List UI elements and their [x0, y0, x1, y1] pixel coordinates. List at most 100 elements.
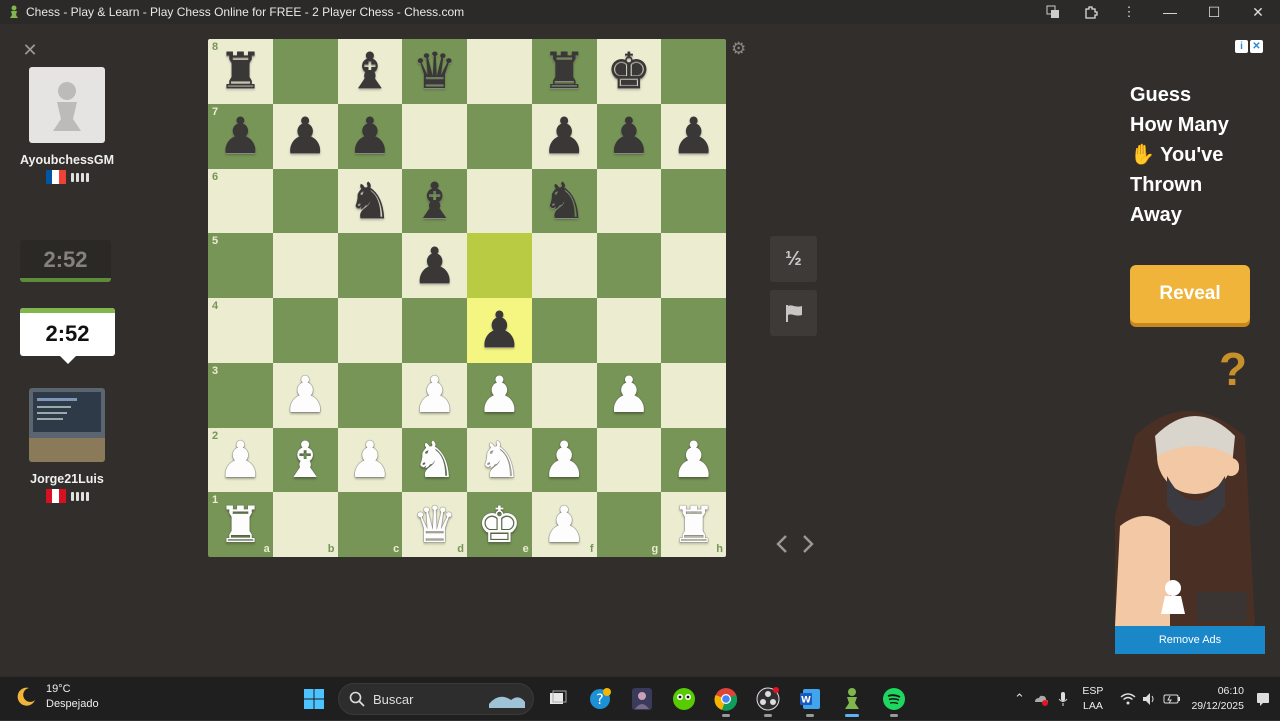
- chrome-icon[interactable]: [708, 681, 744, 717]
- square-d4[interactable]: [402, 298, 467, 363]
- white-pawn-piece[interactable]: ♟: [412, 370, 457, 420]
- help-app-icon[interactable]: ?: [582, 681, 618, 717]
- black-pawn-piece[interactable]: ♟: [477, 305, 522, 355]
- chess-board[interactable]: 8 ♜ ♝ ♛ ♜ ♚ 7 ♟ ♟ ♟ ♟ ♟ ♟ 6 ♞ ♝ ♞ 5 ♟ 4 ♟ 3 ♟ ♟ ♟ ♟ 2 ♟ ♝ ♟ ♞ ♞ ♟ ♟ 1 a ♜ b c d…: [208, 39, 726, 557]
- square-h6[interactable]: [661, 168, 726, 234]
- resign-button[interactable]: [770, 290, 817, 336]
- square-e2[interactable]: ♞: [467, 427, 532, 493]
- opponent-name[interactable]: AyoubchessGM: [14, 153, 120, 167]
- black-king-piece[interactable]: ♚: [606, 46, 651, 96]
- black-pawn-piece[interactable]: ♟: [347, 111, 392, 161]
- black-pawn-piece[interactable]: ♟: [412, 241, 457, 291]
- white-pawn-piece[interactable]: ♟: [347, 435, 392, 485]
- maximize-button[interactable]: ☐: [1192, 0, 1236, 24]
- black-knight-piece[interactable]: ♞: [542, 176, 587, 226]
- white-knight-piece[interactable]: ♞: [477, 435, 522, 485]
- square-f6[interactable]: ♞: [531, 168, 597, 234]
- square-d8[interactable]: ♛: [402, 39, 467, 104]
- next-move-button[interactable]: [798, 534, 818, 554]
- square-f4[interactable]: [531, 298, 597, 363]
- square-g1[interactable]: g: [596, 492, 662, 557]
- square-e4[interactable]: ♟: [467, 298, 532, 363]
- photo-app-icon[interactable]: [624, 681, 660, 717]
- battery-icon[interactable]: [1161, 677, 1183, 721]
- square-e3[interactable]: ♟: [467, 362, 532, 428]
- square-c5[interactable]: [337, 233, 403, 298]
- square-a2[interactable]: 2 ♟: [208, 427, 273, 493]
- square-c2[interactable]: ♟: [337, 427, 403, 493]
- square-a7[interactable]: 7 ♟: [208, 103, 273, 169]
- word-icon[interactable]: W: [792, 681, 828, 717]
- square-c1[interactable]: c: [337, 492, 403, 557]
- input-language[interactable]: ESP LAA: [1082, 684, 1103, 714]
- square-c7[interactable]: ♟: [337, 103, 403, 169]
- remove-ads-button[interactable]: Remove Ads: [1115, 626, 1265, 654]
- square-g5[interactable]: [596, 233, 662, 298]
- square-a8[interactable]: 8 ♜: [208, 39, 273, 104]
- square-a6[interactable]: 6: [208, 168, 273, 234]
- microphone-icon[interactable]: [1052, 677, 1074, 721]
- opponent-avatar[interactable]: [29, 67, 105, 143]
- onedrive-error-icon[interactable]: [1030, 677, 1052, 721]
- white-pawn-piece[interactable]: ♟: [671, 435, 716, 485]
- square-b8[interactable]: [272, 39, 338, 104]
- notification-icon[interactable]: [1252, 677, 1274, 721]
- square-h3[interactable]: [661, 362, 726, 428]
- square-h2[interactable]: ♟: [661, 427, 726, 493]
- square-f5[interactable]: [531, 233, 597, 298]
- square-e1[interactable]: e ♚: [467, 492, 532, 557]
- square-a3[interactable]: 3: [208, 362, 273, 428]
- square-a4[interactable]: 4: [208, 298, 273, 363]
- system-clock[interactable]: 06:10 29/12/2025: [1191, 684, 1244, 714]
- chess-app-taskbar-icon[interactable]: [834, 681, 870, 717]
- task-view-icon[interactable]: [540, 681, 576, 717]
- white-pawn-piece[interactable]: ♟: [283, 370, 328, 420]
- square-b6[interactable]: [272, 168, 338, 234]
- white-queen-piece[interactable]: ♛: [412, 500, 457, 550]
- volume-icon[interactable]: [1139, 677, 1161, 721]
- square-d7[interactable]: [402, 103, 467, 169]
- black-bishop-piece[interactable]: ♝: [412, 176, 457, 226]
- white-rook-piece[interactable]: ♜: [671, 500, 716, 550]
- white-king-piece[interactable]: ♚: [477, 500, 522, 550]
- white-bishop-piece[interactable]: ♝: [283, 435, 328, 485]
- black-knight-piece[interactable]: ♞: [347, 176, 392, 226]
- black-pawn-piece[interactable]: ♟: [283, 111, 328, 161]
- square-h1[interactable]: h ♜: [661, 492, 726, 557]
- square-g2[interactable]: [596, 427, 662, 493]
- square-e6[interactable]: [467, 168, 532, 234]
- black-pawn-piece[interactable]: ♟: [542, 111, 587, 161]
- square-c3[interactable]: [337, 362, 403, 428]
- square-h5[interactable]: [661, 233, 726, 298]
- previous-move-button[interactable]: [772, 534, 792, 554]
- close-window-button[interactable]: ✕: [1236, 0, 1280, 24]
- square-b7[interactable]: ♟: [272, 103, 338, 169]
- square-b3[interactable]: ♟: [272, 362, 338, 428]
- white-knight-piece[interactable]: ♞: [412, 435, 457, 485]
- square-g7[interactable]: ♟: [596, 103, 662, 169]
- windows-start-icon[interactable]: [296, 681, 332, 717]
- black-pawn-piece[interactable]: ♟: [218, 111, 263, 161]
- square-c4[interactable]: [337, 298, 403, 363]
- square-h4[interactable]: [661, 298, 726, 363]
- square-e8[interactable]: [467, 39, 532, 104]
- square-g6[interactable]: [596, 168, 662, 234]
- reveal-button[interactable]: Reveal: [1130, 265, 1250, 323]
- square-b4[interactable]: [272, 298, 338, 363]
- offer-draw-button[interactable]: ½: [770, 236, 817, 282]
- square-h8[interactable]: [661, 39, 726, 104]
- black-pawn-piece[interactable]: ♟: [606, 111, 651, 161]
- square-e5[interactable]: [467, 233, 532, 298]
- spotify-icon[interactable]: [876, 681, 912, 717]
- black-rook-piece[interactable]: ♜: [218, 46, 263, 96]
- square-b2[interactable]: ♝: [272, 427, 338, 493]
- white-pawn-piece[interactable]: ♟: [606, 370, 651, 420]
- self-name[interactable]: Jorge21Luis: [14, 472, 120, 486]
- square-g8[interactable]: ♚: [596, 39, 662, 104]
- black-pawn-piece[interactable]: ♟: [671, 111, 716, 161]
- square-b1[interactable]: b: [272, 492, 338, 557]
- white-pawn-piece[interactable]: ♟: [542, 500, 587, 550]
- square-b5[interactable]: [272, 233, 338, 298]
- square-c6[interactable]: ♞: [337, 168, 403, 234]
- obs-icon[interactable]: [750, 681, 786, 717]
